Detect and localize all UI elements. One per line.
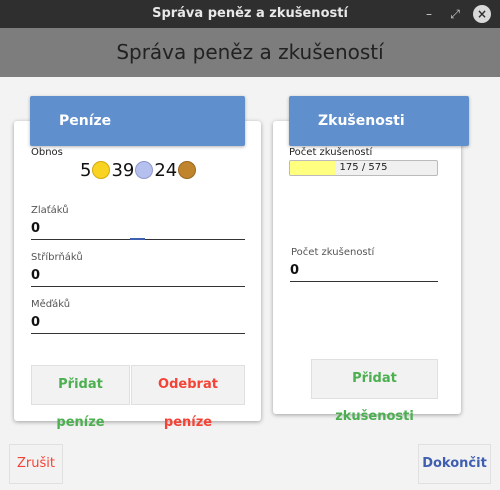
page-header: Správa peněz a zkušeností <box>0 28 500 77</box>
money-card-header: Peníze <box>30 96 245 146</box>
silver-amount: 39 <box>111 160 135 181</box>
copper-input[interactable]: 0 <box>31 312 245 334</box>
xp-input-label: Počet zkušeností <box>291 247 375 258</box>
gold-input[interactable]: 0 <box>31 218 245 240</box>
copper-input-label: Měďáků <box>31 299 71 310</box>
close-icon[interactable]: × <box>473 5 491 23</box>
minimize-icon[interactable]: – <box>420 5 438 23</box>
silver-coin-icon <box>135 161 154 179</box>
gold-input-label: Zlaťáků <box>31 205 69 216</box>
money-balance: 5 39 24 <box>80 160 197 181</box>
xp-card-header: Zkušenosti <box>289 96 469 146</box>
copper-input-value: 0 <box>31 315 41 330</box>
cancel-button[interactable]: Zrušit <box>9 444 63 484</box>
window-titlebar: Správa peněz a zkušeností – ⤢ × <box>0 0 500 28</box>
silver-input-label: Stříbrňáků <box>31 252 83 263</box>
add-xp-button[interactable]: Přidat zkušenosti <box>311 359 438 424</box>
maximize-icon[interactable]: ⤢ <box>446 5 464 23</box>
silver-input-value: 0 <box>31 268 41 283</box>
gold-coin-icon <box>92 161 111 179</box>
xp-progress-text: 175 / 575 <box>339 162 388 173</box>
page-title: Správa peněz a zkušeností <box>116 40 384 64</box>
xp-input-value: 0 <box>290 263 300 278</box>
copper-coin-icon <box>178 161 197 179</box>
xp-input[interactable]: 0 <box>290 260 438 282</box>
focus-indicator <box>130 238 145 240</box>
gold-input-value: 0 <box>31 221 41 236</box>
xp-progress-label: Počet zkušeností <box>289 147 373 158</box>
finish-button[interactable]: Dokončit <box>418 444 491 484</box>
money-balance-label: Obnos <box>31 147 63 158</box>
add-money-button[interactable]: Přidat peníze <box>31 365 130 430</box>
copper-amount: 24 <box>154 160 178 181</box>
silver-input[interactable]: 0 <box>31 265 245 287</box>
remove-money-button[interactable]: Odebrat peníze <box>131 365 245 430</box>
xp-progress-bar: 175 / 575 <box>289 160 438 176</box>
gold-amount: 5 <box>80 160 92 181</box>
